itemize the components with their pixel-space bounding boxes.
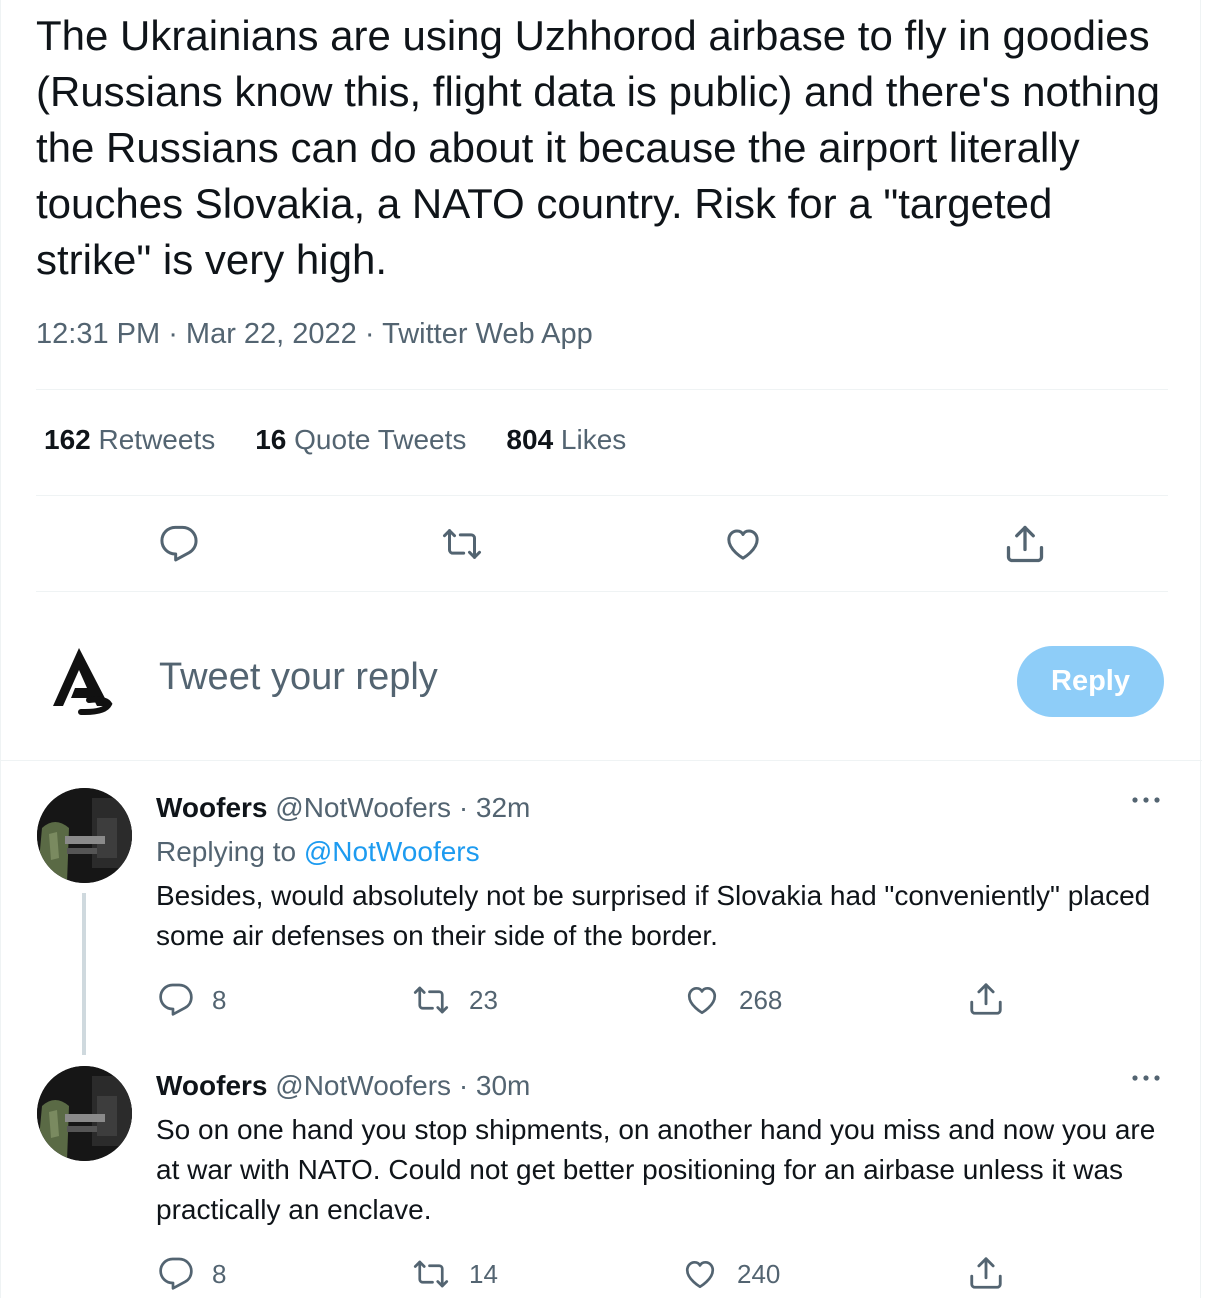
retweets-stat[interactable]: 162 Retweets [44, 424, 215, 456]
retweet-count: 14 [469, 1258, 498, 1289]
more-icon [1132, 797, 1160, 803]
share-icon [1006, 525, 1044, 563]
retweet-button[interactable]: 23 [411, 982, 498, 1018]
author-handle[interactable]: @NotWoofers [275, 1070, 451, 1101]
reply-header: Woofers @NotWoofers · 32m [156, 792, 530, 824]
reply-button[interactable]: 8 [158, 1256, 226, 1292]
share-icon [970, 983, 1002, 1015]
heart-icon [727, 529, 759, 560]
more-button[interactable] [1129, 1068, 1163, 1088]
reply-submit-button[interactable]: Reply [1017, 646, 1164, 717]
divider [36, 495, 1168, 496]
tweet-actions [1, 520, 1202, 570]
reply-text: Besides, would absolutely not be surpris… [156, 880, 1151, 951]
author-handle[interactable]: @NotWoofers [275, 792, 451, 823]
retweet-button[interactable] [438, 520, 486, 568]
tweet-time[interactable]: 12:31 PM [36, 318, 160, 350]
likes-stat[interactable]: 804 Likes [506, 424, 626, 456]
share-button[interactable] [967, 1254, 1005, 1292]
like-button[interactable] [719, 520, 767, 568]
tweet-source[interactable]: Twitter Web App [382, 318, 593, 350]
retweet-icon [443, 529, 481, 559]
replying-to-link[interactable]: @NotWoofers [304, 836, 480, 867]
replying-to: Replying to @NotWoofers [156, 836, 480, 867]
reply-icon [160, 525, 198, 562]
meta-separator: · [168, 318, 186, 350]
reply-icon [159, 1257, 193, 1290]
share-button[interactable] [967, 980, 1005, 1018]
reply-time[interactable]: · 30m [459, 1070, 531, 1101]
reply-icon [159, 983, 193, 1016]
author-name[interactable]: Woofers [156, 792, 268, 823]
tweet-detail: The Ukrainians are using Uzhhorod airbas… [0, 0, 1202, 1298]
retweet-button[interactable]: 14 [411, 1256, 498, 1292]
reply-count: 8 [212, 984, 227, 1015]
more-button[interactable] [1129, 790, 1163, 810]
thread-line [82, 893, 86, 1055]
meta-separator: · [364, 318, 383, 350]
tweet-text: The Ukrainians are using Uzhhorod airbas… [36, 12, 1160, 283]
reply-count: 8 [212, 1258, 227, 1289]
reply-button[interactable] [155, 520, 203, 568]
reply-text: So on one hand you stop shipments, on an… [156, 1114, 1156, 1225]
reply-time[interactable]: · 32m [459, 792, 531, 823]
share-button[interactable] [1001, 520, 1049, 568]
avatar[interactable] [37, 788, 132, 883]
tweet-meta: 12:31 PM · Mar 22, 2022 · Twitter Web Ap… [36, 318, 593, 351]
heart-icon [687, 986, 717, 1015]
author-name[interactable]: Woofers [156, 1070, 268, 1101]
user-avatar-logo[interactable] [39, 640, 129, 730]
heart-icon [685, 1260, 715, 1289]
like-button[interactable]: 268 [683, 982, 782, 1018]
reply-composer: Tweet your reply Reply [1, 610, 1202, 750]
reply-input[interactable]: Tweet your reply [159, 656, 859, 699]
like-count: 240 [737, 1258, 781, 1289]
divider [1, 760, 1202, 761]
retweet-icon [413, 1260, 449, 1288]
reply-button[interactable]: 8 [158, 982, 226, 1018]
avatar[interactable] [37, 1066, 132, 1161]
tweet-date[interactable]: Mar 22, 2022 [186, 318, 357, 350]
retweet-count: 23 [469, 984, 498, 1015]
quotes-stat[interactable]: 16 Quote Tweets [255, 424, 466, 456]
more-icon [1132, 1075, 1160, 1081]
divider [36, 591, 1168, 592]
reply-header: Woofers @NotWoofers · 30m [156, 1070, 530, 1102]
retweet-icon [413, 986, 449, 1014]
share-icon [970, 1257, 1002, 1289]
like-button[interactable]: 240 [681, 1256, 780, 1292]
tweet-stats: 162 Retweets 16 Quote Tweets 804 Likes [44, 424, 626, 456]
divider [36, 389, 1168, 390]
like-count: 268 [739, 984, 783, 1015]
